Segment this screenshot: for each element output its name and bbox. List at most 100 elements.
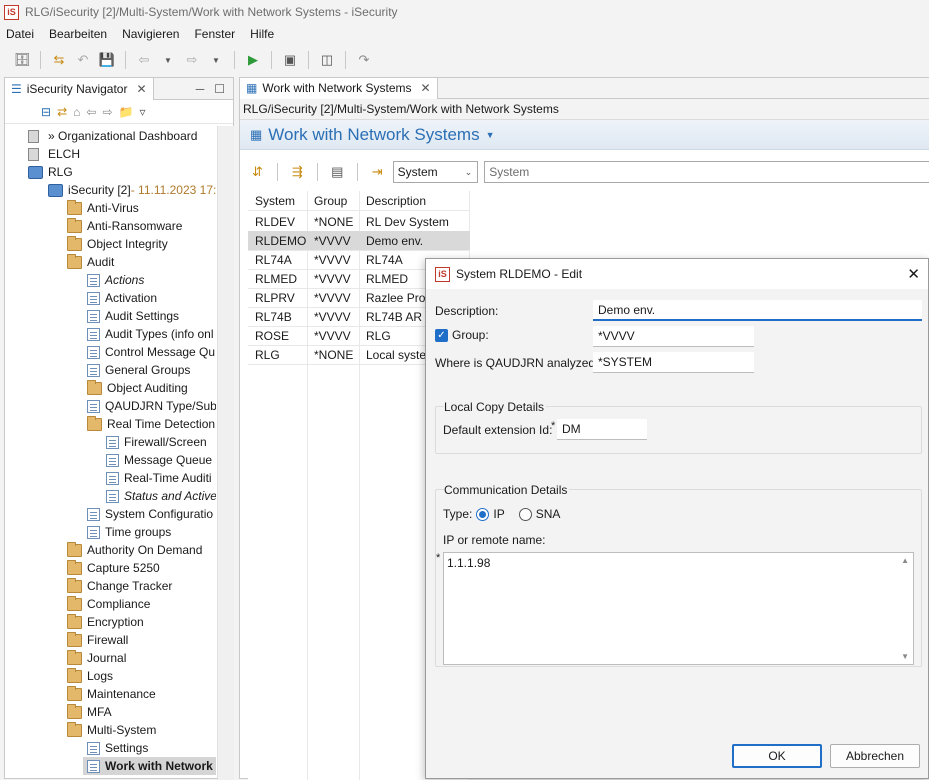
close-icon[interactable]: ✕ <box>420 81 430 95</box>
tree-item[interactable]: Logs <box>67 667 113 685</box>
default-extension-field[interactable]: DM <box>557 419 647 440</box>
home-icon[interactable]: ⌂ <box>73 105 80 119</box>
tree-item[interactable]: Multi-System <box>67 721 156 739</box>
tree-item[interactable]: Message Queue <box>106 451 212 469</box>
tree-item[interactable]: MFA <box>67 703 112 721</box>
tree-item[interactable]: Real Time Detection <box>87 415 215 433</box>
folder-icon <box>67 667 82 683</box>
export-icon[interactable]: ⇥ <box>368 162 387 182</box>
tree-item[interactable]: Time groups <box>87 523 171 541</box>
tree-item[interactable]: Activation <box>87 289 157 307</box>
menu-datei[interactable]: Datei <box>6 27 34 41</box>
pin-icon[interactable]: ↷ <box>354 50 374 70</box>
menu-bearbeiten[interactable]: Bearbeiten <box>49 27 107 41</box>
column-header[interactable]: Group <box>314 194 347 208</box>
tree-item[interactable]: Work with Network <box>83 757 216 775</box>
collapse-icon[interactable]: ⊟ <box>41 105 51 119</box>
chevron-down-icon[interactable]: ▼ <box>486 130 495 140</box>
window-icon[interactable]: ▣ <box>280 50 300 70</box>
tree-item[interactable]: Actions <box>87 271 144 289</box>
tree-item[interactable]: Control Message Qu <box>87 343 215 361</box>
tree-item-label: Actions <box>105 273 145 287</box>
table-row[interactable]: RLDEV *NONE RL Dev System <box>248 212 470 231</box>
filter-field-select[interactable]: System ⌄ <box>392 161 479 183</box>
table-cell: *VVVV <box>314 233 351 248</box>
tree-item[interactable]: Encryption <box>67 613 144 631</box>
tree-item[interactable]: Object Auditing <box>87 379 188 397</box>
tree-item[interactable]: » Organizational Dashboard <box>28 127 197 145</box>
tree-item[interactable]: Audit Settings <box>87 307 179 325</box>
ip-textarea[interactable]: 1.1.1.98 ▲ ▼ <box>443 552 914 665</box>
tree-item[interactable]: Audit <box>67 253 114 271</box>
back-icon[interactable]: ⇦ <box>134 50 154 70</box>
table-row[interactable]: RLDEMO *VVVV Demo env. <box>248 231 470 250</box>
tree-item[interactable]: Object Integrity <box>67 235 168 253</box>
menu-hilfe[interactable]: Hilfe <box>250 27 274 41</box>
maximize-icon[interactable]: ☐ <box>214 82 225 96</box>
tree-item-label: MFA <box>87 705 112 719</box>
scroll-up-icon[interactable]: ▲ <box>901 556 909 565</box>
sort-icon[interactable]: ⇵ <box>248 162 267 182</box>
tree-item[interactable]: Settings <box>87 739 148 757</box>
menu-icon[interactable]: ▿ <box>139 105 145 119</box>
type-sna-radio[interactable] <box>518 507 532 521</box>
forward-icon[interactable]: ⇨ <box>182 50 202 70</box>
navigator-tab[interactable]: ☰ iSecurity Navigator ✕ <box>5 77 154 100</box>
menu-fenster[interactable]: Fenster <box>194 27 235 41</box>
group-field[interactable]: *VVVV <box>593 326 754 347</box>
menu-navigieren[interactable]: Navigieren <box>122 27 179 41</box>
tree-item[interactable]: iSecurity [2] - 11.11.2023 17:5 <box>48 181 216 199</box>
layout-icon[interactable]: ◫ <box>317 50 337 70</box>
tree-item[interactable]: Anti-Virus <box>67 199 139 217</box>
save-icon[interactable]: 💾 <box>97 50 117 70</box>
table-cell: *VVVV <box>314 309 351 324</box>
new-icon[interactable]: 🗄 <box>12 50 32 70</box>
chevron-down-icon[interactable]: ▼ <box>158 50 178 70</box>
tree-item[interactable]: Status and Active <box>106 487 216 505</box>
type-ip-radio[interactable] <box>476 507 490 521</box>
qaudjrn-field[interactable]: *SYSTEM <box>593 352 754 373</box>
close-icon[interactable]: ✕ <box>136 82 146 96</box>
description-value: Demo env. <box>598 302 656 317</box>
minimize-icon[interactable]: ─ <box>196 82 205 96</box>
ok-button[interactable]: OK <box>732 744 822 768</box>
tree-item[interactable]: Capture 5250 <box>67 559 160 577</box>
table-icon[interactable]: ▤ <box>328 162 347 182</box>
tree-item[interactable]: Anti-Ransomware <box>67 217 182 235</box>
navigator-scrollbar[interactable] <box>217 126 234 780</box>
column-header[interactable]: Description <box>366 194 426 208</box>
new-folder-icon[interactable]: 📁 <box>119 105 134 119</box>
tree-item[interactable]: Maintenance <box>67 685 156 703</box>
chevron-down-icon[interactable]: ▼ <box>206 50 226 70</box>
tree-item[interactable]: QAUDJRN Type/Sub <box>87 397 216 415</box>
close-icon[interactable]: ✕ <box>907 265 920 283</box>
tree-item[interactable]: ELCH <box>28 145 80 163</box>
tree-item[interactable]: Firewall/Screen <box>106 433 207 451</box>
description-field[interactable]: Demo env. <box>593 300 922 321</box>
link-icon[interactable]: ⇄ <box>57 105 67 119</box>
run-icon[interactable]: ▶ <box>243 50 263 70</box>
group-checkbox[interactable]: ✓ <box>435 328 448 342</box>
cancel-button[interactable]: Abbrechen <box>830 744 920 768</box>
tree-item[interactable]: System Configuratio <box>87 505 213 523</box>
tree-item[interactable]: Compliance <box>67 595 150 613</box>
tree-item[interactable]: Firewall <box>67 631 128 649</box>
back-icon[interactable]: ⇦ <box>86 105 96 119</box>
tree-item[interactable]: Real-Time Auditi <box>106 469 212 487</box>
scroll-down-icon[interactable]: ▼ <box>901 652 909 661</box>
folder-icon <box>87 379 102 395</box>
tree-item[interactable]: Audit Types (info onl <box>87 325 214 343</box>
editor-tab-header: ▦ Work with Network Systems ✕ <box>240 77 929 99</box>
undo-icon[interactable]: ↶ <box>73 50 93 70</box>
column-header[interactable]: System <box>255 194 295 208</box>
sync-icon[interactable]: ⇆ <box>49 50 69 70</box>
tree-item[interactable]: RLG <box>28 163 73 181</box>
filter-icon[interactable]: ⇶ <box>288 162 307 182</box>
filter-value-input[interactable]: System <box>484 161 929 183</box>
forward-icon[interactable]: ⇨ <box>102 105 112 119</box>
editor-tab[interactable]: ▦ Work with Network Systems ✕ <box>240 77 438 99</box>
tree-item[interactable]: Change Tracker <box>67 577 172 595</box>
tree-item[interactable]: General Groups <box>87 361 190 379</box>
tree-item[interactable]: Journal <box>67 649 126 667</box>
tree-item[interactable]: Authority On Demand <box>67 541 202 559</box>
